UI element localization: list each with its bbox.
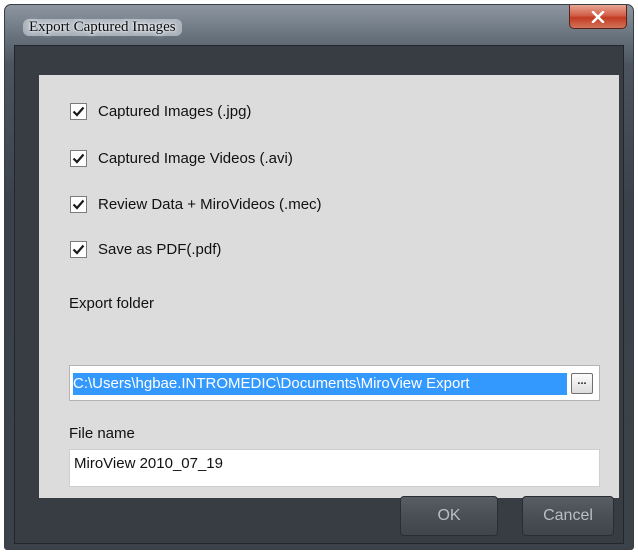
captured-image-videos-checkbox[interactable] [70,149,87,167]
captured-images-checkbox[interactable] [70,102,87,120]
export-folder-field[interactable]: C:\Users\hgbae.INTROMEDIC\Documents\Miro… [69,365,600,401]
close-icon [591,10,605,23]
close-button[interactable] [569,5,627,29]
option-captured-images[interactable]: Captured Images (.jpg) [70,101,251,121]
options-panel: Captured Images (.jpg) Captured Image Vi… [39,75,619,498]
browse-folder-button[interactable]: ... [571,373,593,394]
save-as-pdf-checkbox[interactable] [70,240,87,258]
window-title: Export Captured Images [23,19,182,36]
review-data-checkbox[interactable] [70,195,87,213]
file-name-input[interactable]: MiroView 2010_07_19 [69,449,600,487]
file-name-label: File name [69,425,135,442]
checkmark-icon [72,106,85,117]
option-captured-image-videos[interactable]: Captured Image Videos (.avi) [70,148,293,168]
option-review-data[interactable]: Review Data + MiroVideos (.mec) [70,194,322,214]
title-bar[interactable]: Export Captured Images [5,5,633,49]
captured-image-videos-label: Captured Image Videos (.avi) [98,149,293,167]
export-folder-label: Export folder [69,295,155,312]
checkmark-icon [72,199,85,210]
dialog-client-area: Captured Images (.jpg) Captured Image Vi… [14,45,624,544]
cancel-button[interactable]: Cancel [522,496,614,536]
export-folder-value[interactable]: C:\Users\hgbae.INTROMEDIC\Documents\Miro… [73,373,567,395]
option-save-as-pdf[interactable]: Save as PDF(.pdf) [70,239,221,259]
review-data-label: Review Data + MiroVideos (.mec) [98,195,322,213]
checkmark-icon [72,244,85,255]
ok-button[interactable]: OK [400,496,498,536]
checkmark-icon [72,153,85,164]
dialog-window: Export Captured Images Captured Images (… [4,4,634,550]
captured-images-label: Captured Images (.jpg) [98,102,252,120]
save-as-pdf-label: Save as PDF(.pdf) [98,240,222,258]
